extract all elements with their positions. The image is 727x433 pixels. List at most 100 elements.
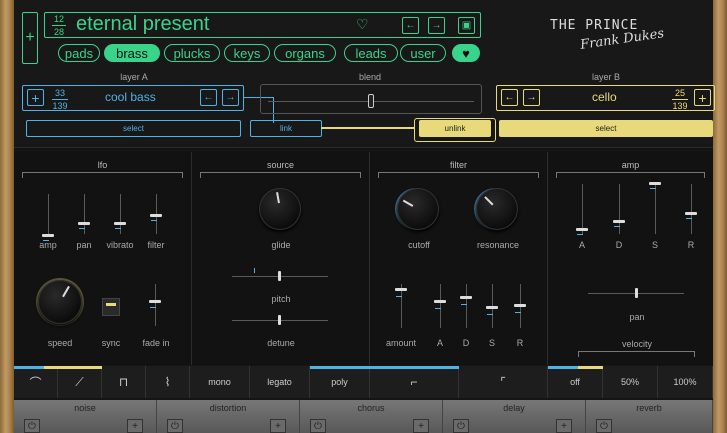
lowpass-filter-icon[interactable]: ⌐	[370, 366, 459, 398]
filter-env-D-tick	[461, 304, 467, 305]
filter-env-S-slider[interactable]	[486, 306, 498, 309]
filter-env-A-track	[440, 284, 441, 328]
pitch-label: pitch	[271, 294, 291, 304]
layer-b-name[interactable]: cello	[592, 90, 617, 104]
amp-env-R-slider[interactable]	[685, 212, 697, 215]
tab-pads[interactable]: pads	[58, 44, 100, 62]
amp-env-D-slider[interactable]	[613, 220, 625, 223]
fx-noise-add-button[interactable]: +	[127, 419, 143, 433]
layer-b-total: 139	[672, 101, 688, 111]
lfo-speed-knob[interactable]	[38, 280, 82, 324]
sine-wave-icon[interactable]: ⌒	[14, 366, 58, 398]
preset-total: 28	[53, 27, 64, 37]
fx-noise-label: noise	[74, 403, 96, 413]
cutoff-indicator	[402, 199, 414, 207]
preset-name[interactable]: eternal present	[76, 13, 209, 36]
mode-mono[interactable]: mono	[190, 366, 250, 398]
layer-b-next-button[interactable]: →	[523, 89, 540, 106]
amp-pan-label: pan	[629, 312, 645, 322]
filter-env-amount-slider[interactable]	[395, 288, 407, 291]
glide-knob[interactable]	[259, 188, 301, 230]
layer-b-prev-button[interactable]: ←	[501, 89, 518, 106]
cutoff-label: cutoff	[408, 240, 430, 250]
preset-add-button[interactable]: +	[22, 12, 38, 64]
mode-legato[interactable]: legato	[250, 366, 310, 398]
pitch-tick	[254, 268, 255, 273]
saw-wave-icon[interactable]: ⟋	[58, 366, 102, 398]
filter-env-A-slider[interactable]	[434, 300, 446, 303]
tab-organs[interactable]: organs	[274, 44, 336, 62]
pitch-slider[interactable]	[278, 271, 281, 281]
mode-poly[interactable]: poly	[310, 366, 370, 398]
amp-pan-slider[interactable]	[635, 288, 638, 298]
layer-a-add-button[interactable]: +	[27, 89, 44, 106]
lfo-fade-slider[interactable]	[149, 300, 161, 303]
layer-b-add-button[interactable]: +	[694, 89, 711, 106]
prev-preset-button[interactable]: ←	[402, 17, 419, 34]
save-icon[interactable]: ▣	[458, 17, 475, 34]
detune-slider[interactable]	[278, 315, 281, 325]
amp-env-S-slider[interactable]	[649, 182, 661, 185]
filter-env-R-tick	[515, 312, 521, 313]
amp-env-A-slider[interactable]	[576, 228, 588, 231]
fx-distortion-power-icon[interactable]: ⏻	[167, 419, 183, 433]
resonance-knob[interactable]	[476, 188, 518, 230]
source-panel: source glide pitch detune	[192, 152, 370, 365]
fx-reverb-label: reverb	[636, 403, 662, 413]
layer-b-select-button[interactable]: select	[499, 120, 713, 137]
fx-chorus-add-button[interactable]: +	[413, 419, 429, 433]
lfo-vibrato-tick	[115, 228, 121, 229]
highpass-filter-icon[interactable]: ⌜	[459, 366, 548, 398]
lfo-filter-slider[interactable]	[150, 214, 162, 217]
square-wave-icon[interactable]: ⊓	[102, 366, 146, 398]
noise-wave-icon[interactable]: ⌇	[146, 366, 190, 398]
layer-a-name[interactable]: cool bass	[105, 90, 156, 104]
fx-distortion-add-button[interactable]: +	[270, 419, 286, 433]
lfo-sync-button[interactable]	[102, 298, 120, 316]
filter-env-A-tick	[435, 308, 441, 309]
filter-env-D-slider[interactable]	[460, 296, 472, 299]
layer-b-label: layer B	[591, 72, 620, 82]
layer-b-index: 25	[674, 88, 685, 98]
lfo-amp-slider[interactable]	[42, 234, 54, 237]
favorites-heart-icon[interactable]: ♥	[452, 44, 480, 62]
amp-env-A-tick	[577, 234, 583, 235]
fx-chorus-power-icon[interactable]: ⏻	[310, 419, 326, 433]
fx-reverb-panel: reverb ⏻	[586, 400, 713, 433]
tab-plucks[interactable]: plucks	[164, 44, 220, 62]
layer-b-counter: 25 139	[670, 88, 690, 111]
wood-side-right	[713, 0, 727, 433]
tab-brass[interactable]: brass	[104, 44, 160, 62]
layer-a-next-button[interactable]: →	[222, 89, 239, 106]
fx-reverb-power-icon[interactable]: ⏻	[596, 419, 612, 433]
amp-bracket	[556, 172, 705, 178]
velocity-0[interactable]: off	[548, 366, 603, 398]
filter-env-R-slider[interactable]	[514, 304, 526, 307]
selection-stripe	[370, 366, 459, 369]
tab-keys[interactable]: keys	[224, 44, 270, 62]
cutoff-knob[interactable]	[397, 188, 439, 230]
blend-slider-thumb[interactable]	[368, 94, 374, 108]
heart-outline-icon[interactable]: ♡	[356, 16, 369, 33]
layer-a-prev-button[interactable]: ←	[200, 89, 217, 106]
top-section: + 12 28 eternal present ♡ ← → ▣ pads brass…	[14, 0, 715, 148]
tab-leads[interactable]: leads	[344, 44, 398, 62]
unlink-button[interactable]: unlink	[419, 120, 491, 137]
fx-delay-add-button[interactable]: +	[556, 419, 572, 433]
lfo-fade-label: fade in	[142, 338, 170, 348]
connector-yellow-line	[321, 127, 414, 129]
lfo-fade-track	[155, 284, 156, 326]
layer-a-select-button[interactable]: select	[26, 120, 241, 137]
amp-title: amp	[621, 160, 640, 170]
velocity-1[interactable]: 50%	[603, 366, 658, 398]
amp-env-R-label: R	[687, 240, 695, 250]
lfo-pan-slider[interactable]	[78, 222, 90, 225]
tab-user[interactable]: user	[400, 44, 446, 62]
fx-noise-power-icon[interactable]: ⏻	[24, 419, 40, 433]
amp-env-S-tick	[650, 188, 656, 189]
fx-delay-power-icon[interactable]: ⏻	[453, 419, 469, 433]
lfo-vibrato-slider[interactable]	[114, 222, 126, 225]
velocity-2[interactable]: 100%	[658, 366, 713, 398]
next-preset-button[interactable]: →	[428, 17, 445, 34]
amp-panel: amp ADSR pan velocity	[548, 152, 713, 365]
